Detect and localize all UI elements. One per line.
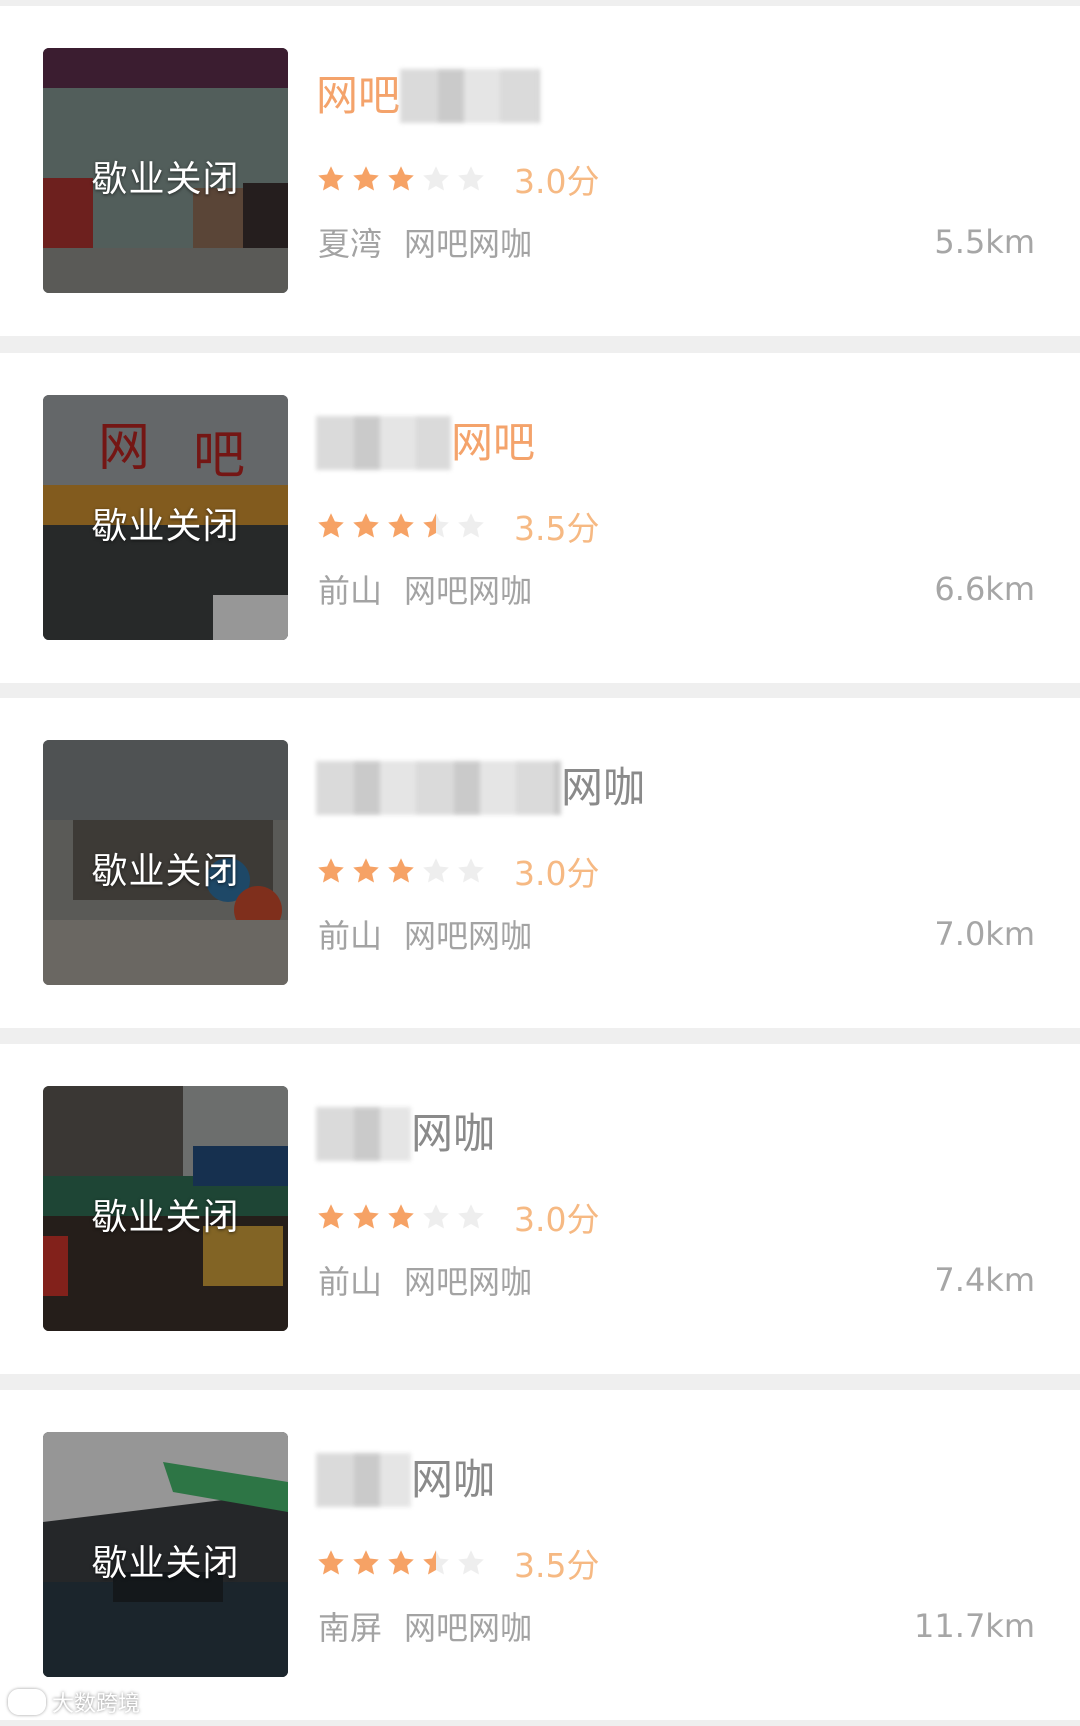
store-name-text: 网吧 <box>316 71 401 120</box>
store-meta: 南屏 网吧网咖 <box>318 1604 532 1648</box>
store-photo: 歇业关闭 <box>43 1086 288 1331</box>
star-icon <box>458 1550 484 1575</box>
name-redaction <box>316 1453 411 1507</box>
store-photo: 歇业关闭 <box>43 48 288 293</box>
closed-status-label: 歇业关闭 <box>91 851 240 892</box>
name-redaction <box>316 761 561 815</box>
store-distance: 11.7km <box>914 1607 1035 1645</box>
store-name[interactable]: 网咖 <box>316 1450 495 1510</box>
rating-score: 3.5分 <box>514 509 600 548</box>
star-icon <box>388 513 414 538</box>
store-category: 网吧网咖 <box>404 1609 533 1647</box>
store-area: 夏湾 <box>318 225 383 263</box>
store-name[interactable]: 网吧 <box>316 66 541 126</box>
rating: 3.0分 <box>316 851 599 893</box>
store-category: 网吧网咖 <box>404 225 533 263</box>
store-card[interactable]: 网吧歇业关闭 网吧 3.5分前山 网吧网咖 6.6km <box>0 353 1080 683</box>
star-icon <box>423 858 449 883</box>
store-meta: 前山 网吧网咖 <box>318 912 532 956</box>
star-icon <box>388 1204 414 1229</box>
store-area: 南屏 <box>318 1609 383 1647</box>
store-name[interactable]: 网咖 <box>316 758 645 818</box>
watermark-text: 大数跨境 <box>52 1692 141 1717</box>
star-icon <box>318 166 344 191</box>
store-name-text: 网吧 <box>451 418 536 467</box>
name-redaction <box>316 1107 411 1161</box>
star-rating <box>316 1202 486 1232</box>
store-category: 网吧网咖 <box>404 1263 533 1301</box>
star-rating <box>316 1548 486 1578</box>
store-category: 网吧网咖 <box>404 572 533 610</box>
star-icon <box>318 858 344 883</box>
star-icon <box>353 1204 379 1229</box>
store-area: 前山 <box>318 572 383 610</box>
rating: 3.0分 <box>316 159 599 201</box>
store-distance: 6.6km <box>934 570 1035 608</box>
store-name-text: 网咖 <box>561 763 646 812</box>
star-icon <box>388 166 414 191</box>
store-photo: 歇业关闭 <box>43 740 288 985</box>
star-icon <box>353 166 379 191</box>
star-icon <box>423 166 449 191</box>
store-meta: 夏湾 网吧网咖 <box>318 220 532 264</box>
store-distance: 7.0km <box>934 915 1035 953</box>
star-icon <box>388 1550 414 1575</box>
store-card[interactable]: 歇业关闭 网吧 3.0分夏湾 网吧网咖 5.5km <box>0 6 1080 336</box>
star-icon <box>318 1204 344 1229</box>
closed-status-label: 歇业关闭 <box>91 1543 240 1584</box>
rating: 3.5分 <box>316 506 599 548</box>
star-icon <box>458 858 484 883</box>
store-distance: 5.5km <box>934 223 1035 261</box>
rating-score: 3.0分 <box>514 854 600 893</box>
store-area: 前山 <box>318 917 383 955</box>
star-icon <box>423 1550 449 1575</box>
rating-score: 3.0分 <box>514 1200 600 1239</box>
store-list: 歇业关闭 网吧 3.0分 夏湾 网吧网咖 5.5km 网吧歇业关闭 网吧 3.5分 前山 网吧网咖 6… <box>0 0 1080 1726</box>
store-area: 前山 <box>318 1263 383 1301</box>
store-card[interactable]: 歇业关闭 网咖 3.0分前山 网吧网咖 7.0km <box>0 698 1080 1028</box>
store-meta: 前山 网吧网咖 <box>318 1258 532 1302</box>
star-rating <box>316 164 486 194</box>
star-rating <box>316 856 486 886</box>
name-redaction <box>400 69 541 123</box>
store-card[interactable]: 歇业关闭 网咖 3.0分前山 网吧网咖 7.4km <box>0 1044 1080 1374</box>
rating-score: 3.5分 <box>514 1546 600 1585</box>
star-icon <box>423 513 449 538</box>
rating: 3.5分 <box>316 1543 599 1585</box>
star-icon <box>318 1550 344 1575</box>
star-icon <box>388 858 414 883</box>
closed-status-label: 歇业关闭 <box>91 159 240 200</box>
star-icon <box>458 1204 484 1229</box>
store-name[interactable]: 网咖 <box>316 1104 495 1164</box>
star-icon <box>458 166 484 191</box>
watermark: 大数跨境 <box>8 1686 140 1718</box>
closed-status-label: 歇业关闭 <box>91 506 240 547</box>
name-redaction <box>316 416 451 470</box>
star-icon <box>423 1204 449 1229</box>
store-photo: 歇业关闭 <box>43 1432 288 1677</box>
star-icon <box>353 1550 379 1575</box>
store-meta: 前山 网吧网咖 <box>318 567 532 611</box>
watermark-logo-icon <box>8 1689 46 1715</box>
store-category: 网吧网咖 <box>404 917 533 955</box>
rating: 3.0分 <box>316 1197 599 1239</box>
store-name[interactable]: 网吧 <box>316 413 535 473</box>
store-card[interactable]: 歇业关闭 网咖 3.5分南屏 网吧网咖 11.7km <box>0 1390 1080 1720</box>
star-icon <box>458 513 484 538</box>
closed-status-label: 歇业关闭 <box>91 1197 240 1238</box>
star-icon <box>353 513 379 538</box>
store-photo: 网吧歇业关闭 <box>43 395 288 640</box>
rating-score: 3.0分 <box>514 162 600 201</box>
star-rating <box>316 511 486 541</box>
store-distance: 7.4km <box>934 1261 1035 1299</box>
store-name-text: 网咖 <box>411 1455 496 1504</box>
store-name-text: 网咖 <box>411 1109 496 1158</box>
star-icon <box>318 513 344 538</box>
star-icon <box>353 858 379 883</box>
